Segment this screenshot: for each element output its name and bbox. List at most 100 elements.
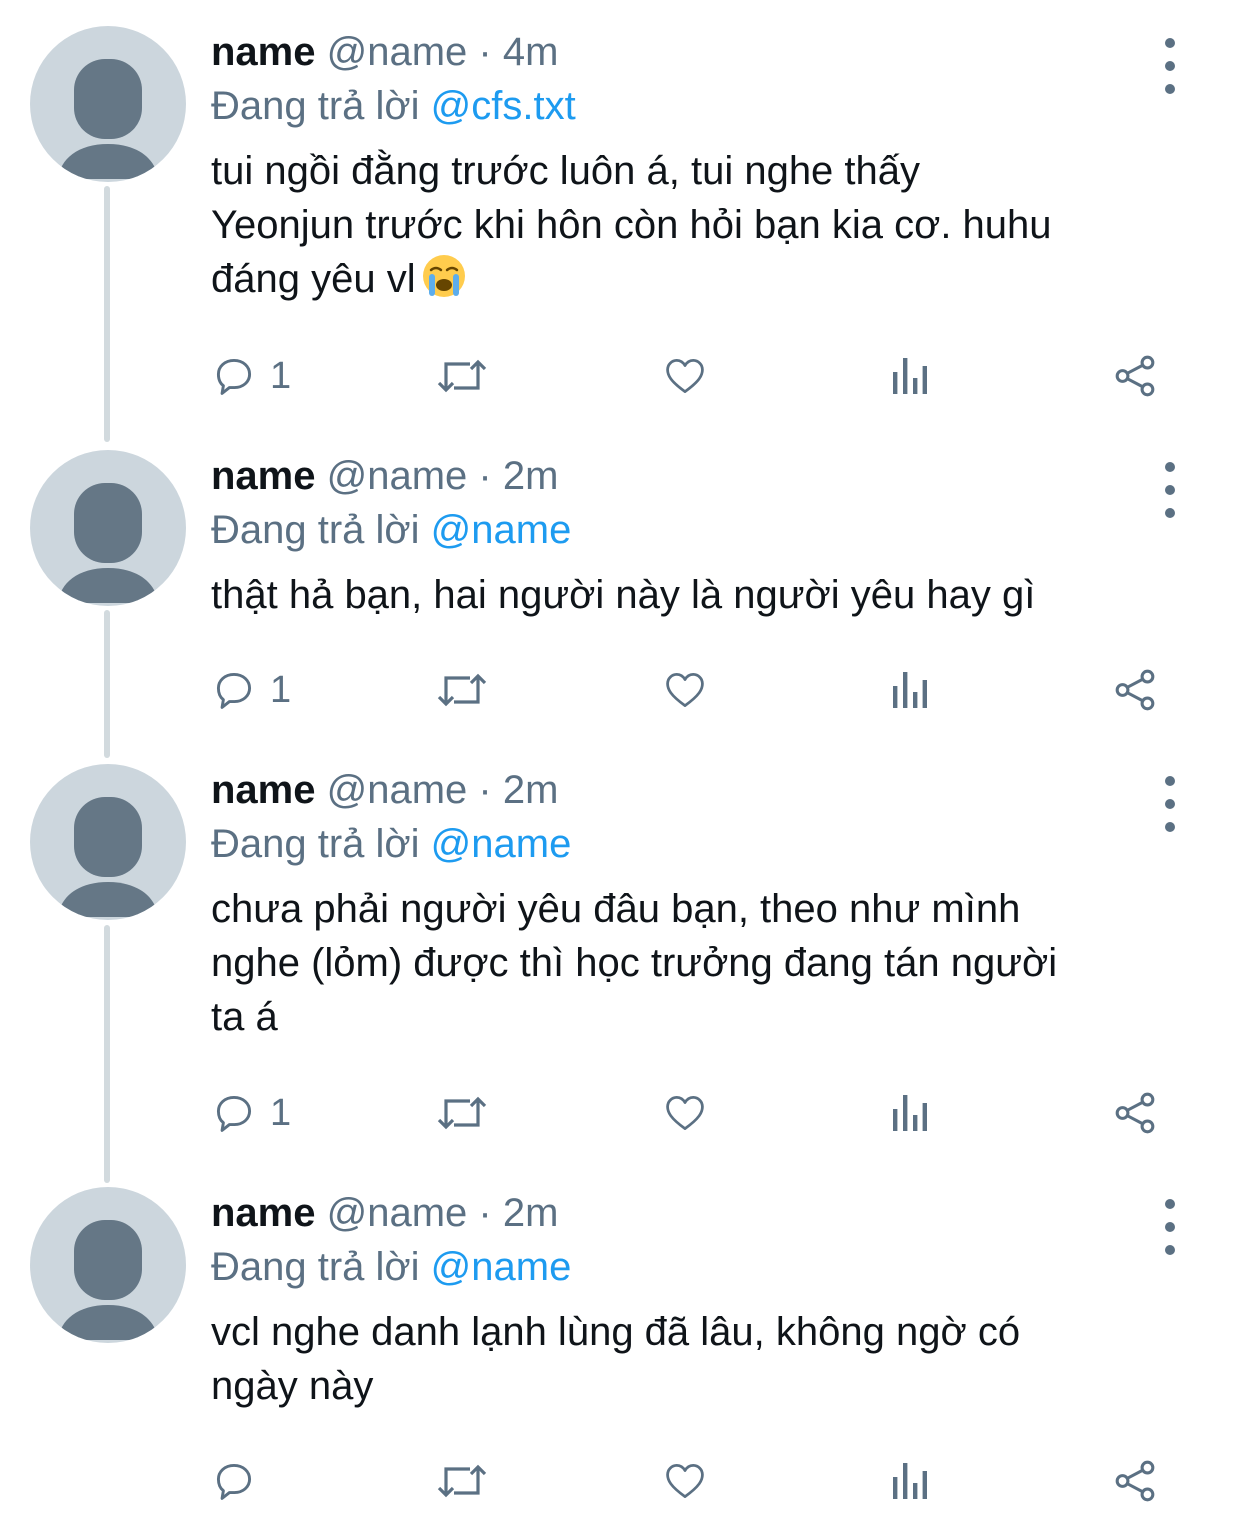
analytics-button[interactable] xyxy=(890,1453,930,1509)
analytics-button[interactable] xyxy=(890,348,930,404)
more-dot xyxy=(1165,508,1175,518)
avatar[interactable] xyxy=(30,764,186,920)
more-options-button[interactable] xyxy=(1150,38,1190,94)
header-separator: · xyxy=(478,454,492,498)
more-dot xyxy=(1165,1222,1175,1232)
heart-icon xyxy=(666,673,704,707)
timestamp[interactable]: 2m xyxy=(503,454,559,498)
heart-icon xyxy=(666,1096,704,1130)
more-vertical-icon xyxy=(1165,38,1175,48)
loudly-crying-face-icon xyxy=(420,252,468,300)
timestamp[interactable]: 2m xyxy=(503,1191,559,1235)
retweet-button[interactable] xyxy=(436,348,488,404)
reply-thread: name @name · 4m Đang trả lời @cfs.txt tu… xyxy=(0,0,1234,1529)
display-name[interactable]: name xyxy=(211,30,316,74)
display-name[interactable]: name xyxy=(211,454,316,498)
timestamp[interactable]: 4m xyxy=(503,30,559,74)
header-separator: · xyxy=(478,768,492,812)
display-name[interactable]: name xyxy=(211,768,316,812)
more-vertical-icon xyxy=(1165,462,1175,472)
thread-connector xyxy=(104,925,110,1183)
analytics-button[interactable] xyxy=(890,1085,930,1141)
default-profile-icon xyxy=(58,797,158,917)
reply-icon xyxy=(216,358,252,395)
share-icon xyxy=(1115,355,1155,397)
heart-icon xyxy=(666,359,704,393)
tweet-text: chưa phải người yêu đâu bạn, theo như mì… xyxy=(211,887,1058,1039)
tweet-text: vcl nghe danh lạnh lùng đã lâu, không ng… xyxy=(211,1310,1021,1408)
share-button[interactable] xyxy=(1112,662,1158,718)
more-dot xyxy=(1165,485,1175,495)
mention-link[interactable]: @cfs.txt xyxy=(431,84,576,128)
retweet-icon xyxy=(437,359,487,393)
more-vertical-icon xyxy=(1165,776,1175,786)
retweet-icon xyxy=(437,673,487,707)
heart-icon xyxy=(666,1464,704,1498)
default-profile-icon xyxy=(58,1220,158,1340)
user-handle[interactable]: @name xyxy=(327,30,468,74)
share-button[interactable] xyxy=(1112,1085,1158,1141)
more-vertical-icon xyxy=(1165,1199,1175,1209)
avatar[interactable] xyxy=(30,450,186,606)
more-options-button[interactable] xyxy=(1150,776,1190,832)
retweet-button[interactable] xyxy=(436,1453,488,1509)
analytics-icon xyxy=(893,1463,927,1499)
more-options-button[interactable] xyxy=(1150,462,1190,518)
avatar[interactable] xyxy=(30,26,186,182)
replying-to-label: Đang trả lời xyxy=(211,84,420,128)
display-name[interactable]: name xyxy=(211,1191,316,1235)
mention-link[interactable]: @name xyxy=(431,1245,572,1289)
reply-count: 1 xyxy=(270,668,292,711)
retweet-button[interactable] xyxy=(436,1085,488,1141)
retweet-icon xyxy=(437,1096,487,1130)
more-dot xyxy=(1165,84,1175,94)
reply-icon xyxy=(216,1463,252,1500)
like-button[interactable] xyxy=(662,348,708,404)
header-separator: · xyxy=(478,30,492,74)
share-button[interactable] xyxy=(1112,1453,1158,1509)
user-handle[interactable]: @name xyxy=(327,1191,468,1235)
more-dot xyxy=(1165,822,1175,832)
tweet-header: name @name · 2m xyxy=(211,450,1171,502)
user-handle[interactable]: @name xyxy=(327,768,468,812)
tweet-header: name @name · 2m xyxy=(211,764,1171,816)
user-handle[interactable]: @name xyxy=(327,454,468,498)
reply-button[interactable] xyxy=(212,1453,270,1509)
analytics-icon xyxy=(893,1095,927,1131)
replying-to: Đang trả lời @name xyxy=(211,1239,1171,1295)
tweet-content: name @name · 2m Đang trả lời @name vcl n… xyxy=(211,1187,1171,1413)
reply-icon xyxy=(216,1095,252,1132)
tweet-text: thật hả bạn, hai người này là người yêu … xyxy=(211,573,1036,617)
replying-to-label: Đang trả lời xyxy=(211,1245,420,1289)
more-dot xyxy=(1165,61,1175,71)
reply-button[interactable]: 1 xyxy=(212,348,291,404)
timestamp[interactable]: 2m xyxy=(503,768,559,812)
analytics-button[interactable] xyxy=(890,662,930,718)
share-icon xyxy=(1115,669,1155,711)
tweet-actions: 1 xyxy=(212,1085,1172,1141)
thread-connector xyxy=(104,610,110,758)
tweet-actions: 1 xyxy=(212,348,1172,404)
analytics-icon xyxy=(893,358,927,394)
more-dot xyxy=(1165,1245,1175,1255)
reply-button[interactable]: 1 xyxy=(212,1085,291,1141)
retweet-button[interactable] xyxy=(436,662,488,718)
tweet-content: name @name · 2m Đang trả lời @name chưa … xyxy=(211,764,1171,1044)
reply-count: 1 xyxy=(270,354,292,397)
like-button[interactable] xyxy=(662,1085,708,1141)
more-dot xyxy=(1165,799,1175,809)
default-profile-icon xyxy=(58,483,158,603)
reply-button[interactable]: 1 xyxy=(212,662,291,718)
tweet-content: name @name · 4m Đang trả lời @cfs.txt tu… xyxy=(211,26,1171,306)
mention-link[interactable]: @name xyxy=(431,822,572,866)
like-button[interactable] xyxy=(662,1453,708,1509)
avatar[interactable] xyxy=(30,1187,186,1343)
like-button[interactable] xyxy=(662,662,708,718)
analytics-icon xyxy=(893,672,927,708)
mention-link[interactable]: @name xyxy=(431,508,572,552)
reply-count: 1 xyxy=(270,1091,292,1134)
share-icon xyxy=(1115,1092,1155,1134)
share-button[interactable] xyxy=(1112,348,1158,404)
more-options-button[interactable] xyxy=(1150,1199,1190,1255)
tweet-actions xyxy=(212,1453,1172,1509)
